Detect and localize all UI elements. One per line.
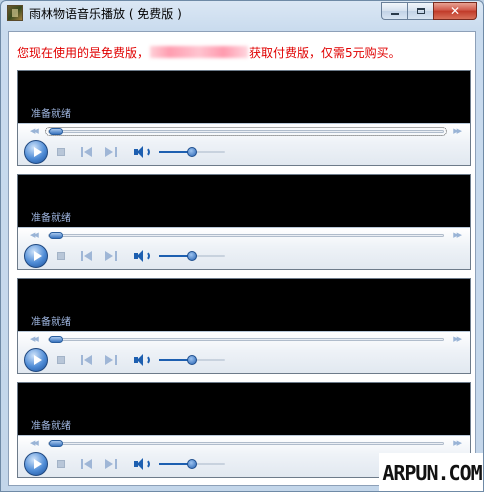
speaker-icon <box>144 251 150 261</box>
seek-slider[interactable] <box>48 232 444 239</box>
volume-handle[interactable] <box>187 459 197 469</box>
media-player[interactable]: 准备就绪 ◀◀ ▶▶ <box>17 278 471 374</box>
stop-button[interactable] <box>57 356 65 364</box>
client-area: 您现在使用的是免费版， 获取付费版，仅需5元购买。 准备就绪 ◀◀ ▶▶ 准备就绪 ◀◀ ▶… <box>8 31 476 486</box>
play-button[interactable] <box>24 452 48 476</box>
seek-slider[interactable] <box>48 336 444 343</box>
stop-button[interactable] <box>57 148 65 156</box>
seek-handle[interactable] <box>49 232 63 239</box>
play-button[interactable] <box>24 348 48 372</box>
seek-slider[interactable] <box>48 440 444 447</box>
close-icon: ✕ <box>449 4 461 18</box>
minimize-icon <box>390 13 399 15</box>
mute-button[interactable] <box>134 249 150 263</box>
next-button[interactable] <box>105 459 117 469</box>
site-watermark: ARPUN.COM <box>379 453 483 491</box>
volume-slider[interactable] <box>159 147 225 157</box>
speaker-icon <box>144 355 150 365</box>
previous-button[interactable] <box>81 459 93 469</box>
fast-forward-icon[interactable]: ▶▶ <box>453 231 462 239</box>
volume-handle[interactable] <box>187 147 197 157</box>
minimize-button[interactable] <box>381 2 407 20</box>
player-control-bar: ◀◀ ▶▶ <box>18 123 470 165</box>
rewind-icon[interactable]: ◀◀ <box>30 127 39 135</box>
fast-forward-icon[interactable]: ▶▶ <box>453 127 462 135</box>
mute-button[interactable] <box>134 457 150 471</box>
previous-button[interactable] <box>81 355 93 365</box>
stop-button[interactable] <box>57 460 65 468</box>
seek-handle[interactable] <box>49 336 63 343</box>
next-button[interactable] <box>105 147 117 157</box>
stop-button[interactable] <box>57 252 65 260</box>
player-status: 准备就绪 <box>31 109 71 120</box>
volume-slider[interactable] <box>159 251 225 261</box>
blurred-link[interactable] <box>150 46 249 58</box>
seek-handle[interactable] <box>49 440 63 447</box>
rewind-icon[interactable]: ◀◀ <box>30 335 39 343</box>
volume-handle[interactable] <box>187 251 197 261</box>
player-status: 准备就绪 <box>31 317 71 328</box>
player-status: 准备就绪 <box>31 213 71 224</box>
seek-slider[interactable] <box>45 127 447 136</box>
play-button[interactable] <box>24 140 48 164</box>
title-bar[interactable]: 雨林物语音乐播放 ( 免费版 ) ✕ <box>1 1 483 25</box>
speaker-icon <box>144 459 150 469</box>
window-title: 雨林物语音乐播放 ( 免费版 ) <box>29 7 182 21</box>
mute-button[interactable] <box>134 145 150 159</box>
previous-button[interactable] <box>81 147 93 157</box>
speaker-icon <box>144 147 150 157</box>
volume-handle[interactable] <box>187 355 197 365</box>
app-icon[interactable] <box>7 5 23 21</box>
volume-slider[interactable] <box>159 355 225 365</box>
fast-forward-icon[interactable]: ▶▶ <box>453 335 462 343</box>
maximize-icon <box>416 8 425 14</box>
fast-forward-icon[interactable]: ▶▶ <box>453 439 462 447</box>
close-button[interactable]: ✕ <box>433 2 477 20</box>
mute-button[interactable] <box>134 353 150 367</box>
player-control-bar: ◀◀ ▶▶ <box>18 227 470 269</box>
caption-buttons: ✕ <box>381 2 477 20</box>
rewind-icon[interactable]: ◀◀ <box>30 231 39 239</box>
watermark-text: ARPUN.COM <box>382 461 482 485</box>
app-window: 雨林物语音乐播放 ( 免费版 ) ✕ 您现在使用的是免费版， 获取付费版，仅需5元… <box>0 0 484 492</box>
media-player[interactable]: 准备就绪 ◀◀ ▶▶ <box>17 174 471 270</box>
next-button[interactable] <box>105 251 117 261</box>
previous-button[interactable] <box>81 251 93 261</box>
notice-suffix: 获取付费版，仅需5元购买。 <box>249 46 401 60</box>
media-player[interactable]: 准备就绪 ◀◀ ▶▶ <box>17 70 471 166</box>
notice-prefix: 您现在使用的是免费版， <box>17 46 150 60</box>
volume-slider[interactable] <box>159 459 225 469</box>
seek-handle[interactable] <box>49 128 63 135</box>
next-button[interactable] <box>105 355 117 365</box>
free-version-notice: 您现在使用的是免费版， 获取付费版，仅需5元购买。 <box>17 44 401 61</box>
rewind-icon[interactable]: ◀◀ <box>30 439 39 447</box>
maximize-button[interactable] <box>407 2 433 20</box>
player-status: 准备就绪 <box>31 421 71 432</box>
player-control-bar: ◀◀ ▶▶ <box>18 331 470 373</box>
play-button[interactable] <box>24 244 48 268</box>
